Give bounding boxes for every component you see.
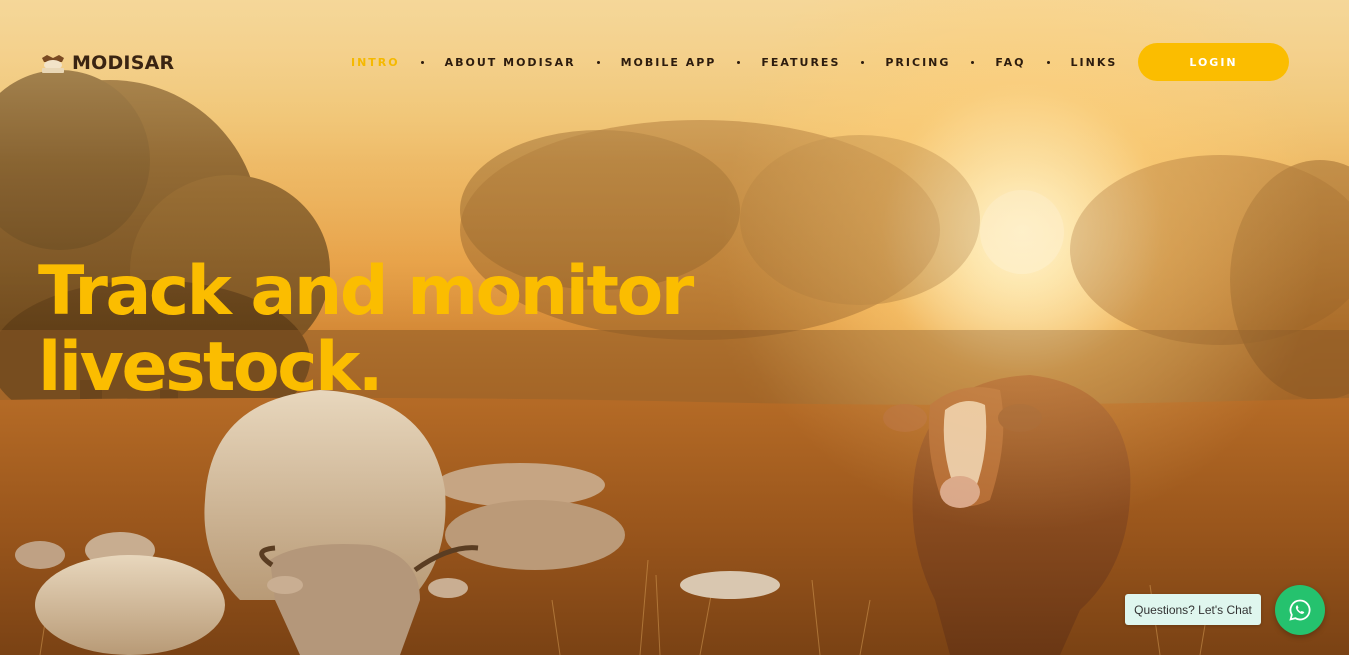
- nav-item-features[interactable]: FEATURES: [761, 56, 840, 69]
- nav-item-pricing[interactable]: PRICING: [885, 56, 950, 69]
- nav-item-about[interactable]: ABOUT MODISAR: [445, 56, 576, 69]
- nav-separator: [971, 60, 975, 64]
- whatsapp-icon: [1289, 599, 1311, 621]
- nav-item-intro[interactable]: INTRO: [351, 56, 400, 69]
- nav-separator: [1046, 60, 1050, 64]
- nav-item-mobile-app[interactable]: MOBILE APP: [621, 56, 717, 69]
- cattle-emblem-icon: [42, 55, 64, 73]
- login-button[interactable]: LOGIN: [1138, 43, 1289, 81]
- whatsapp-chat-button[interactable]: [1275, 585, 1325, 635]
- brand-name: MODISAR: [72, 52, 175, 74]
- hero-headline: Track and monitor livestock.: [38, 254, 738, 406]
- hero-headline-line-2: livestock.: [38, 328, 384, 407]
- main-menu: INTRO ABOUT MODISAR MOBILE APP FEATURES …: [351, 54, 1117, 70]
- nav-item-faq[interactable]: FAQ: [995, 56, 1025, 69]
- nav-item-links[interactable]: LINKS: [1071, 56, 1118, 69]
- chat-prompt-bubble[interactable]: Questions? Let's Chat: [1125, 594, 1261, 625]
- nav-separator: [420, 60, 424, 64]
- hero-section: MODISAR INTRO ABOUT MODISAR MOBILE APP F…: [0, 0, 1349, 655]
- top-navbar: MODISAR INTRO ABOUT MODISAR MOBILE APP F…: [0, 0, 1349, 124]
- nav-separator: [596, 60, 600, 64]
- nav-separator: [737, 60, 741, 64]
- nav-separator: [861, 60, 865, 64]
- hero-headline-line-1: Track and monitor: [38, 252, 694, 331]
- brand-logo[interactable]: MODISAR: [40, 50, 174, 76]
